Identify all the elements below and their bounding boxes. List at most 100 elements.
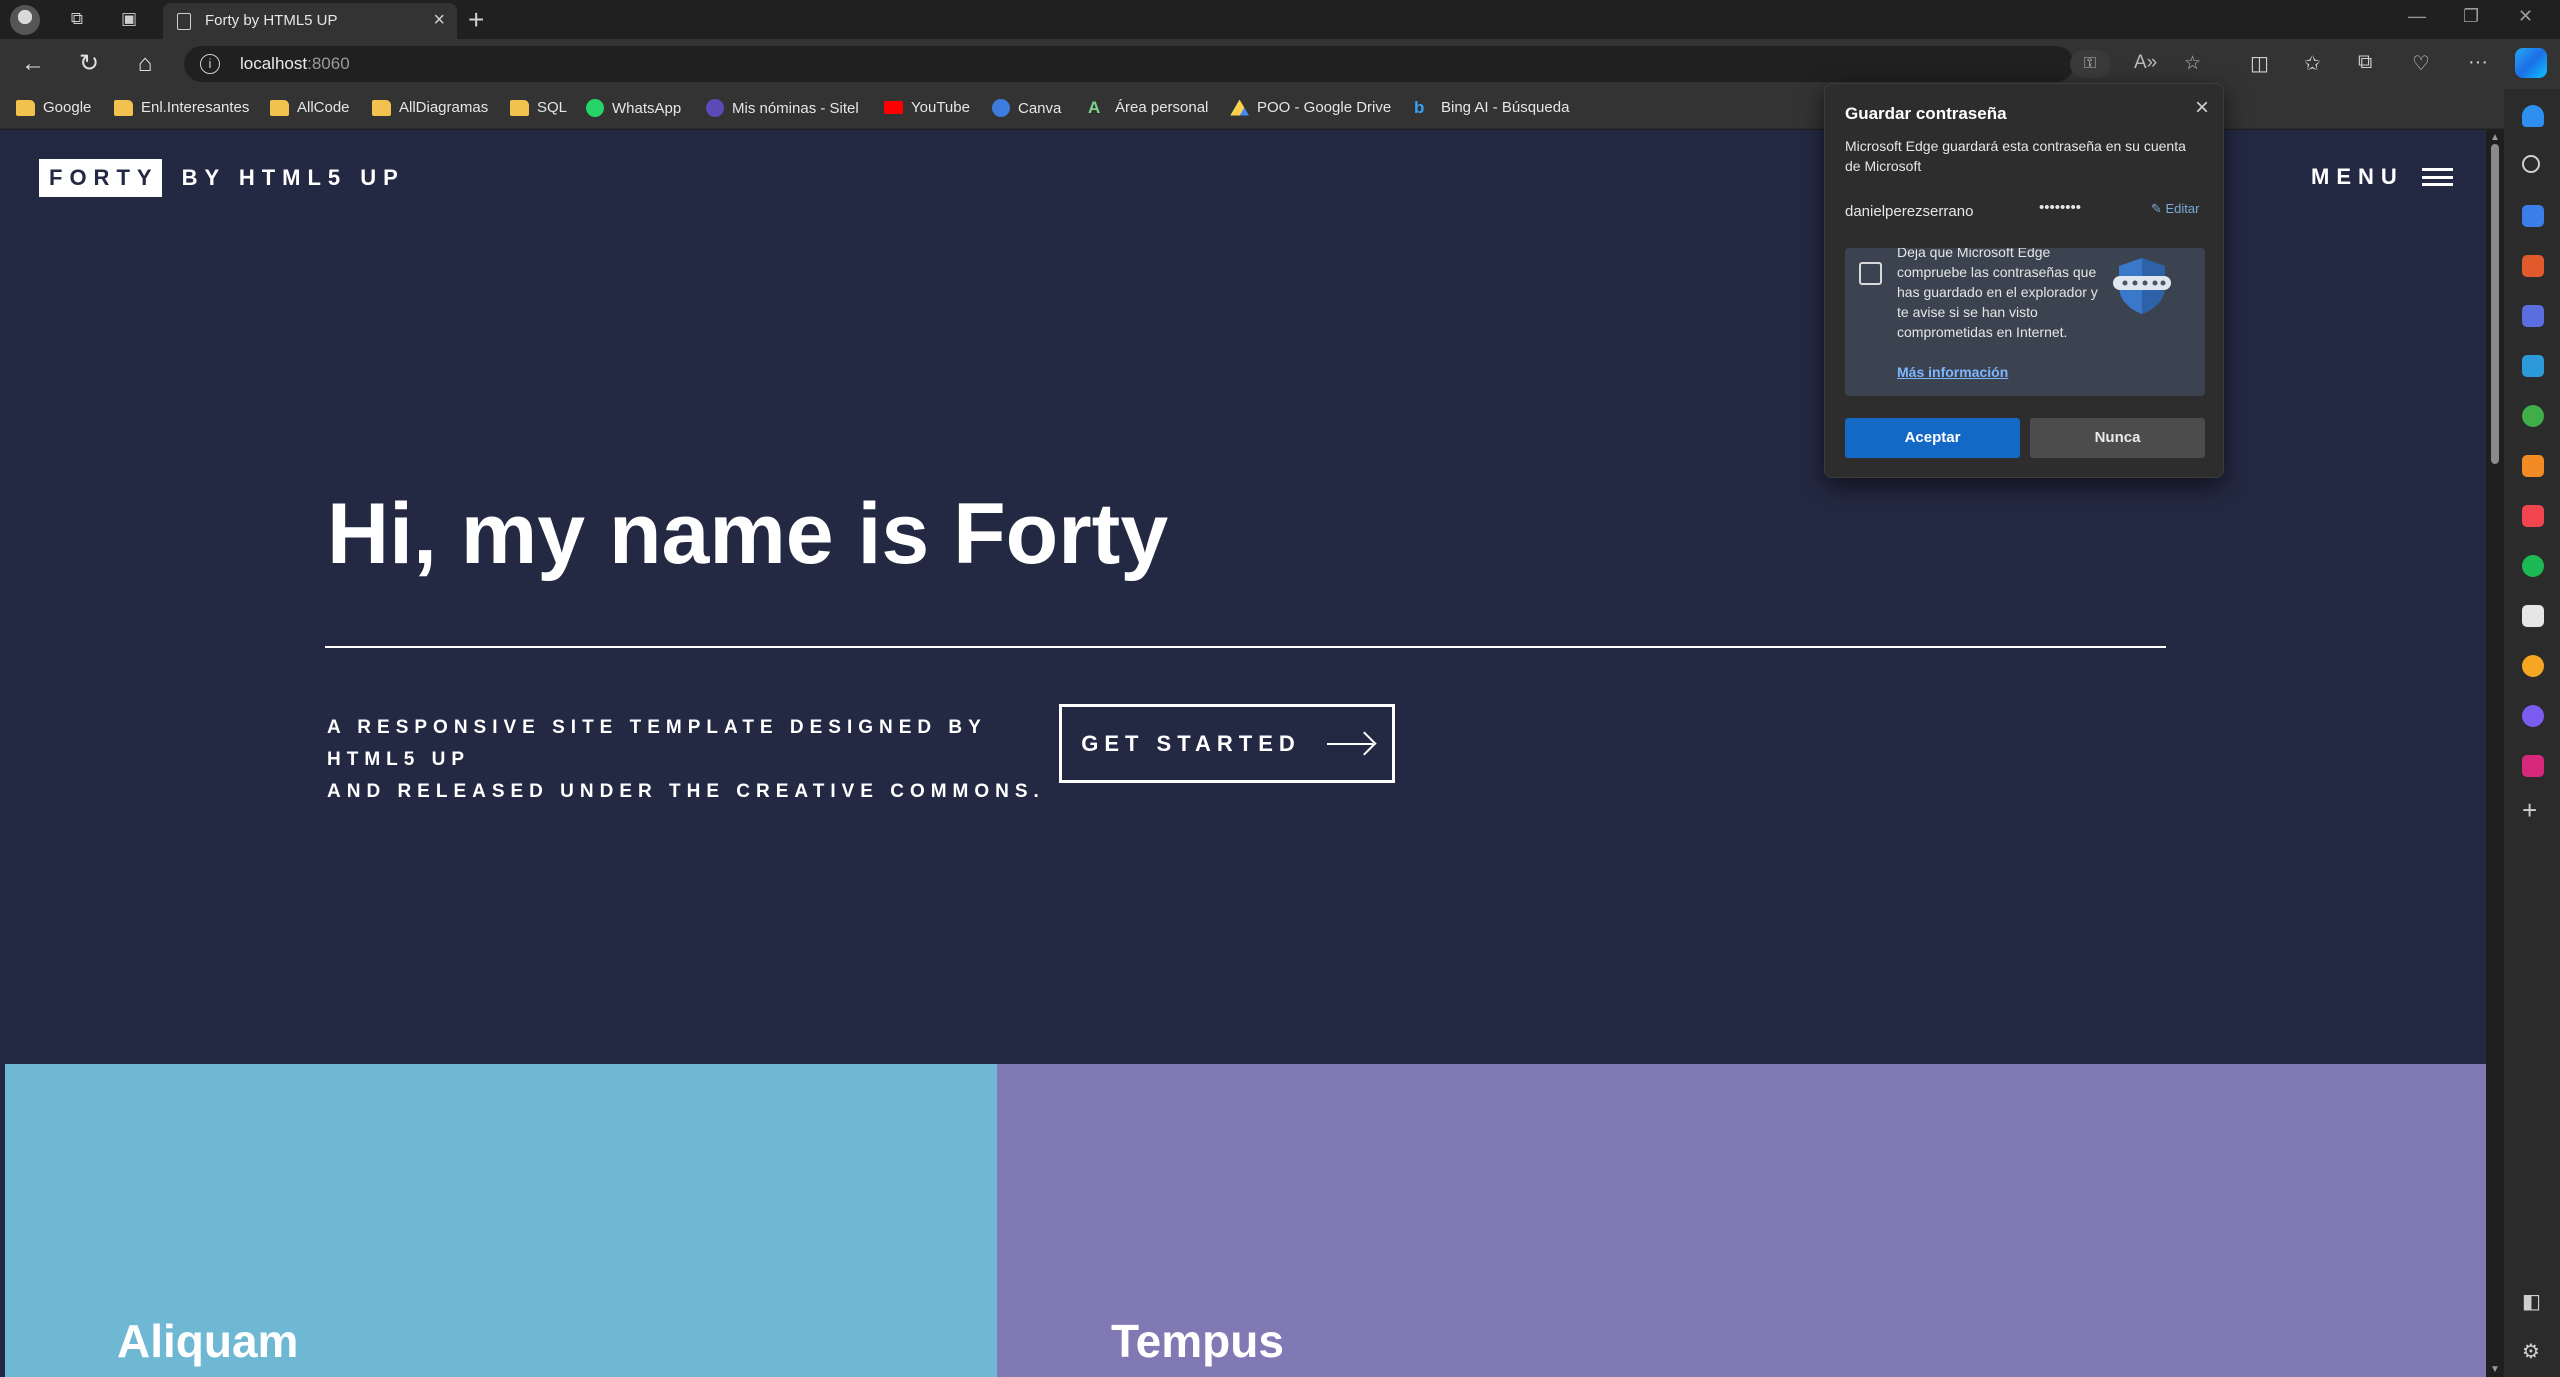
restore-icon[interactable]: ❐ — [2463, 6, 2479, 27]
bookmark-item[interactable]: AllDiagramas — [372, 99, 488, 116]
stats-icon[interactable] — [2522, 455, 2544, 477]
close-tab-icon[interactable]: × — [433, 9, 445, 32]
bookmark-item[interactable]: YouTube — [884, 99, 970, 116]
scroll-down-icon[interactable]: ▼ — [2490, 1364, 2500, 1375]
instagram-icon[interactable] — [2522, 755, 2544, 777]
tab-actions-icon[interactable]: ▣ — [118, 8, 140, 30]
dialog-description: Microsoft Edge guardará esta contraseña … — [1845, 138, 2186, 174]
hero-subtitle: A RESPONSIVE SITE TEMPLATE DESIGNED BY H… — [327, 712, 1047, 808]
tab-bar: ⧉ ▣ Forty by HTML5 UP × + — ❐ ✕ — [0, 0, 2560, 39]
tile-label: Tempus — [1111, 1315, 1284, 1367]
minimize-icon[interactable]: — — [2408, 6, 2426, 27]
sidebar-settings-icon[interactable]: ⚙ — [2522, 1339, 2540, 1364]
shield-icon — [2113, 258, 2171, 314]
more-options-icon[interactable]: ··· — [2468, 51, 2488, 74]
tile-label: Aliquam — [117, 1315, 299, 1367]
messenger-icon[interactable] — [2522, 705, 2544, 727]
browser-essentials-icon[interactable]: ♡ — [2412, 51, 2430, 76]
close-icon[interactable]: × — [2195, 94, 2209, 122]
shopping-icon[interactable] — [2522, 205, 2544, 227]
get-started-label: GET STARTED — [1081, 730, 1301, 756]
never-button[interactable]: Nunca — [2030, 418, 2205, 458]
logo-tail: BY HTML5 UP — [181, 165, 405, 190]
promo-text: Deja que Microsoft Edge compruebe las co… — [1897, 248, 2098, 340]
url-text[interactable]: localhost:8060 — [240, 54, 350, 74]
menu-label: MENU — [2311, 164, 2404, 189]
username-value: danielperezserrano — [1845, 203, 1974, 220]
folder-icon — [16, 99, 35, 116]
bookmark-item[interactable]: POO - Google Drive — [1230, 99, 1391, 116]
tab-active[interactable]: Forty by HTML5 UP × — [163, 3, 457, 39]
page-icon — [177, 13, 191, 30]
refresh-icon[interactable]: ↻ — [74, 49, 104, 79]
tools-icon[interactable] — [2522, 255, 2544, 277]
home-icon[interactable]: ⌂ — [130, 49, 160, 79]
profile-avatar[interactable] — [10, 5, 40, 35]
address-bar[interactable]: i localhost:8060 ⚿ A» ☆ — [184, 46, 2201, 82]
favorite-star-icon[interactable]: ☆ — [2184, 52, 2201, 75]
workspaces-icon[interactable]: ⧉ — [66, 8, 88, 30]
bookmark-item[interactable]: AllCode — [270, 99, 350, 116]
search-icon[interactable] — [2522, 155, 2540, 173]
menu-button[interactable]: MENU — [2311, 164, 2453, 190]
timer-icon[interactable] — [2522, 655, 2544, 677]
toolbar: ← ↻ ⌂ i localhost:8060 ⚿ A» ☆ ◫ ✩ ⧉ ♡ ··… — [0, 39, 2560, 89]
tab-title: Forty by HTML5 UP — [205, 12, 338, 29]
more-info-link[interactable]: Más información — [1897, 364, 2008, 380]
site-info-icon[interactable]: i — [200, 54, 220, 74]
back-icon[interactable]: ← — [18, 49, 48, 79]
folder-icon — [114, 99, 133, 116]
save-password-dialog: Guardar contraseña × Microsoft Edge guar… — [1824, 83, 2224, 478]
edit-link[interactable]: ✎ Editar — [2151, 201, 2209, 217]
folder-icon — [270, 99, 289, 116]
bookmark-item[interactable]: b Bing AI - Búsqueda — [1414, 97, 1569, 117]
hide-sidebar-icon[interactable]: ◧ — [2522, 1289, 2541, 1314]
copilot-icon[interactable] — [2515, 48, 2547, 78]
bookmark-item[interactable]: Google — [16, 99, 91, 116]
collections-icon[interactable]: ⧉ — [2358, 51, 2372, 74]
scrollbar-thumb[interactable] — [2491, 144, 2499, 464]
bookmark-item[interactable]: WhatsApp — [586, 99, 681, 117]
youtube-icon — [884, 101, 903, 114]
bookmark-item[interactable]: SQL — [510, 99, 567, 116]
accept-button[interactable]: Aceptar — [1845, 418, 2020, 458]
folder-icon — [510, 99, 529, 116]
spotify-icon[interactable] — [2522, 555, 2544, 577]
scroll-up-icon[interactable]: ▲ — [2490, 132, 2500, 143]
edge-sidebar: + ◧ ⚙ — [2504, 89, 2560, 1377]
music-icon[interactable] — [2522, 505, 2544, 527]
split-screen-icon[interactable]: ◫ — [2250, 51, 2269, 76]
page-scrollbar[interactable]: ▲ ▼ — [2486, 130, 2504, 1377]
read-aloud-icon[interactable]: A» — [2134, 52, 2157, 74]
password-mask: •••••••• — [2039, 199, 2082, 216]
bookmark-item[interactable]: Enl.Interesantes — [114, 99, 249, 116]
arrow-right-icon — [1326, 742, 1373, 745]
amazon-icon[interactable] — [2522, 605, 2544, 627]
folder-icon — [372, 99, 391, 116]
bookmark-item[interactable]: Mis nóminas - Sitel — [706, 99, 859, 117]
dialog-title: Guardar contraseña — [1845, 104, 2007, 123]
send-icon[interactable] — [2522, 355, 2544, 377]
tree-icon[interactable] — [2522, 405, 2544, 427]
add-sidebar-app-icon[interactable]: + — [2522, 795, 2537, 826]
bookmark-item[interactable]: Canva — [992, 99, 1061, 117]
password-key-icon[interactable]: ⚿ — [2070, 50, 2110, 78]
bookmark-item[interactable]: A Área personal — [1088, 97, 1208, 117]
bing-icon: b — [1414, 97, 1425, 117]
notifications-icon[interactable] — [2522, 105, 2544, 127]
new-tab-icon[interactable]: + — [468, 3, 484, 37]
get-started-button[interactable]: GET STARTED — [1059, 704, 1395, 783]
password-monitor-checkbox[interactable] — [1859, 262, 1882, 285]
google-drive-icon — [1230, 99, 1249, 116]
tile-tempus[interactable]: Tempus — [997, 1064, 2486, 1377]
area-personal-icon: A — [1088, 97, 1101, 117]
close-window-icon[interactable]: ✕ — [2518, 6, 2533, 27]
password-monitor-promo: Deja que Microsoft Edge compruebe las co… — [1845, 248, 2205, 396]
hero-divider — [325, 646, 2166, 648]
favorites-icon[interactable]: ✩ — [2304, 51, 2321, 76]
tile-aliquam[interactable]: Aliquam — [5, 1064, 997, 1377]
hero-subtitle-line: AND RELEASED UNDER THE CREATIVE COMMONS. — [327, 781, 1045, 802]
hero-title: Hi, my name is Forty — [327, 486, 1169, 582]
site-logo[interactable]: FORTY BY HTML5 UP — [39, 159, 405, 197]
microsoft365-icon[interactable] — [2522, 305, 2544, 327]
